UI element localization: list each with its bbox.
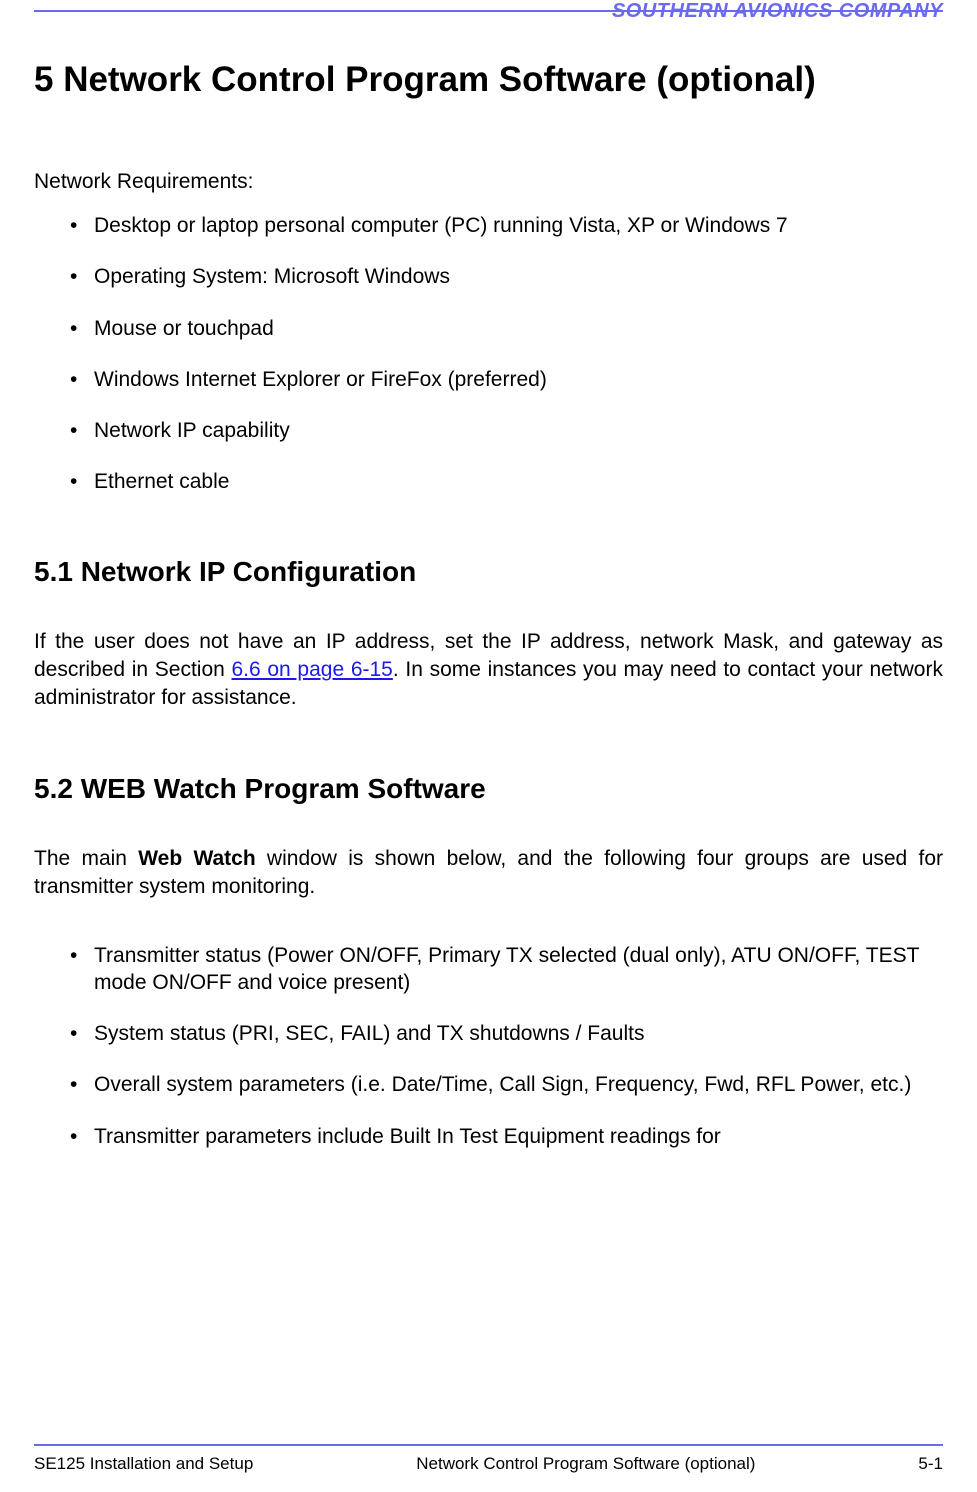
list-item: Transmitter status (Power ON/OFF, Primar… xyxy=(70,942,943,997)
section-5-2-list: Transmitter status (Power ON/OFF, Primar… xyxy=(34,942,943,1150)
text: The main xyxy=(34,847,138,870)
cross-ref-link[interactable]: 6.6 on page 6-15 xyxy=(232,658,393,681)
bold-term: Web Watch xyxy=(138,847,255,870)
requirements-list: Desktop or laptop personal computer (PC)… xyxy=(34,212,943,496)
body: 5 Network Control Program Software (opti… xyxy=(34,60,943,1174)
list-item: Windows Internet Explorer or FireFox (pr… xyxy=(70,366,943,393)
section-5-2-heading: 5.2 WEB Watch Program Software xyxy=(34,773,943,805)
list-item: Transmitter parameters include Built In … xyxy=(70,1123,943,1150)
section-5-1-heading: 5.1 Network IP Configuration xyxy=(34,556,943,588)
header-rule xyxy=(34,10,943,12)
list-item: Operating System: Microsoft Windows xyxy=(70,263,943,290)
footer-center: Network Control Program Software (option… xyxy=(416,1454,755,1474)
list-item: Overall system parameters (i.e. Date/Tim… xyxy=(70,1071,943,1098)
list-item: Network IP capability xyxy=(70,417,943,444)
page: SOUTHERN AVIONICS COMPANY 5 Network Cont… xyxy=(0,0,977,1492)
footer: SE125 Installation and Setup Network Con… xyxy=(34,1454,943,1474)
list-item: Mouse or touchpad xyxy=(70,315,943,342)
list-item: System status (PRI, SEC, FAIL) and TX sh… xyxy=(70,1020,943,1047)
footer-left: SE125 Installation and Setup xyxy=(34,1454,253,1474)
list-item: Ethernet cable xyxy=(70,468,943,495)
intro-label: Network Requirements: xyxy=(34,170,943,194)
section-5-1-para: If the user does not have an IP address,… xyxy=(34,628,943,713)
footer-right: 5-1 xyxy=(918,1454,943,1474)
list-item: Desktop or laptop personal computer (PC)… xyxy=(70,212,943,239)
section-5-2-para: The main Web Watch window is shown below… xyxy=(34,845,943,902)
chapter-title: 5 Network Control Program Software (opti… xyxy=(34,60,943,100)
footer-rule xyxy=(34,1444,943,1446)
